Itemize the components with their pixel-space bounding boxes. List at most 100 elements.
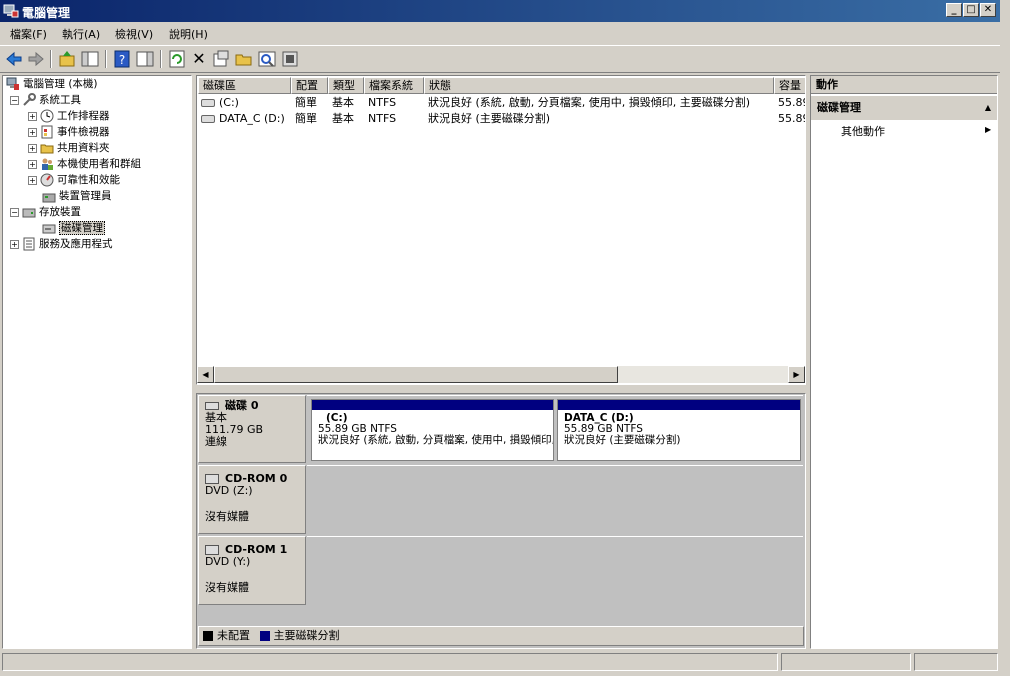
volume-icon: [201, 115, 215, 123]
tree-label-task-scheduler: 工作排程器: [57, 110, 110, 122]
scroll-right-button[interactable]: ▶: [788, 366, 805, 383]
device-manager-icon: [42, 193, 56, 203]
volume-type: 基本: [332, 96, 354, 109]
tree-label-reliability: 可靠性和效能: [57, 174, 120, 186]
column-header-capacity[interactable]: 容量: [774, 77, 805, 94]
column-header-filesystem[interactable]: 檔案系統: [364, 77, 424, 94]
actions-section-disk-management[interactable]: 磁碟管理 ▲: [811, 96, 997, 120]
primary-partition-bar: [312, 400, 553, 410]
maximize-button[interactable]: □: [963, 3, 979, 17]
volume-icon: [201, 99, 215, 107]
delete-icon[interactable]: ✕: [189, 49, 209, 69]
forward-icon[interactable]: [26, 49, 46, 69]
legend: 未配置 主要磁碟分割: [198, 626, 804, 646]
tree-item-disk-management[interactable]: 磁碟管理: [42, 220, 105, 236]
disk-icon: [205, 402, 219, 410]
partition-status: 狀況良好 (系統, 啟動, 分頁檔案, 使用中, 損毀傾印, 主要磁碟分割): [318, 434, 553, 446]
collapse-icon[interactable]: −: [10, 207, 19, 217]
refresh-icon[interactable]: [167, 49, 187, 69]
tree-label-system-tools: 系統工具: [39, 94, 81, 106]
tree-item-system-tools[interactable]: − 系統工具: [10, 92, 81, 108]
toolbar: ? ✕: [0, 45, 1000, 73]
help-icon[interactable]: ?: [112, 49, 132, 69]
tree-item-event-viewer[interactable]: + 事件檢視器: [28, 124, 110, 140]
volume-layout: 簡單: [295, 112, 317, 125]
cdrom-1-label[interactable]: CD-ROM 1 DVD (Y:) 沒有媒體: [198, 536, 306, 605]
wizard-icon[interactable]: [280, 49, 300, 69]
tree-item-services[interactable]: + 服務及應用程式: [10, 236, 113, 252]
search-icon[interactable]: [257, 49, 277, 69]
volume-status: 狀況良好 (主要磁碟分割): [428, 112, 551, 125]
volume-capacity: 55.89: [778, 96, 805, 109]
close-button[interactable]: ✕: [980, 3, 996, 17]
up-icon[interactable]: [57, 49, 77, 69]
collapse-icon[interactable]: −: [10, 95, 19, 105]
toolbar-separator: [50, 50, 52, 68]
menu-file[interactable]: 檔案(F): [10, 26, 47, 42]
volume-capacity: 55.89: [778, 112, 805, 125]
open-icon[interactable]: [234, 49, 254, 69]
volume-fs: NTFS: [368, 96, 397, 109]
horizontal-scrollbar[interactable]: ◀ ▶: [197, 366, 805, 383]
tree-item-local-users[interactable]: + 本機使用者和群組: [28, 156, 141, 172]
menu-view[interactable]: 檢視(V): [115, 26, 153, 42]
column-header-type[interactable]: 類型: [328, 77, 364, 94]
cdrom-0-label[interactable]: CD-ROM 0 DVD (Z:) 沒有媒體: [198, 465, 306, 534]
expand-icon[interactable]: +: [28, 127, 37, 137]
volume-list: 磁碟區 配置 類型 檔案系統 狀態 容量 (C:) 簡單 基本 NTFS 狀況良…: [196, 75, 806, 385]
show-hide-tree-icon[interactable]: [80, 49, 100, 69]
partition-d[interactable]: DATA_C (D:) 55.89 GB NTFS 狀況良好 (主要磁碟分割): [557, 399, 801, 461]
expand-icon[interactable]: +: [28, 175, 37, 185]
legend-unallocated: 未配置: [217, 629, 250, 642]
table-row[interactable]: (C:) 簡單 基本 NTFS 狀況良好 (系統, 啟動, 分頁檔案, 使用中,…: [197, 95, 805, 111]
minimize-button[interactable]: _: [946, 3, 962, 17]
title-bar: 電腦管理 _ □ ✕: [0, 0, 1000, 22]
menu-action[interactable]: 執行(A): [62, 26, 100, 42]
back-icon[interactable]: [4, 49, 24, 69]
dvd-drive-icon: [205, 474, 219, 484]
primary-partition-bar: [558, 400, 800, 410]
actions-section-label: 磁碟管理: [817, 101, 861, 114]
expand-icon[interactable]: +: [28, 159, 37, 169]
status-panel-3: [914, 653, 998, 671]
disk-state: 連線: [205, 435, 227, 448]
tree-item-reliability[interactable]: + 可靠性和效能: [28, 172, 120, 188]
menu-help[interactable]: 說明(H): [169, 26, 208, 42]
toolbar-separator: [105, 50, 107, 68]
column-header-volume[interactable]: 磁碟區: [198, 77, 291, 94]
properties-icon[interactable]: [211, 49, 231, 69]
event-viewer-icon: [41, 125, 53, 139]
volume-status: 狀況良好 (系統, 啟動, 分頁檔案, 使用中, 損毀傾印, 主要磁碟分割): [428, 96, 751, 109]
expand-icon[interactable]: +: [28, 111, 37, 121]
column-header-layout[interactable]: 配置: [291, 77, 328, 94]
performance-icon: [40, 173, 54, 187]
tree-item-storage[interactable]: − 存放裝置: [10, 204, 81, 220]
table-row[interactable]: DATA_C (D:) 簡單 基本 NTFS 狀況良好 (主要磁碟分割) 55.…: [197, 111, 805, 127]
volume-name: DATA_C (D:): [219, 112, 285, 125]
expand-icon[interactable]: +: [10, 239, 19, 249]
expand-icon[interactable]: +: [28, 143, 37, 153]
collapse-arrow-icon[interactable]: ▲: [985, 96, 991, 120]
tools-icon: [23, 93, 36, 106]
scroll-left-button[interactable]: ◀: [197, 366, 214, 383]
disk-0-label[interactable]: 磁碟 0 基本 111.79 GB 連線: [198, 395, 306, 463]
shared-folder-icon: [40, 144, 54, 154]
tree-label-device-manager: 裝置管理員: [59, 190, 112, 202]
submenu-arrow-icon[interactable]: ▶: [985, 125, 991, 134]
tree-item-root[interactable]: 電腦管理 (本機): [6, 76, 98, 92]
show-hide-action-icon[interactable]: [135, 49, 155, 69]
tree-item-device-manager[interactable]: 裝置管理員: [42, 188, 112, 204]
tree-item-task-scheduler[interactable]: + 工作排程器: [28, 108, 110, 124]
more-actions-item[interactable]: 其他動作: [841, 123, 885, 139]
column-header-status[interactable]: 狀態: [424, 77, 774, 94]
volume-type: 基本: [332, 112, 354, 125]
tree-label-services: 服務及應用程式: [39, 238, 113, 250]
tree-label-event-viewer: 事件檢視器: [57, 126, 110, 138]
disk-name: 磁碟 0: [225, 399, 259, 412]
actions-header: 動作: [811, 76, 997, 94]
console-tree: 電腦管理 (本機) − 系統工具 + 工作排程器 + 事件檢視器 + 共用資料夾 + 本機…: [2, 75, 192, 649]
tree-item-shared-folders[interactable]: + 共用資料夾: [28, 140, 110, 156]
scroll-thumb[interactable]: [214, 366, 618, 383]
partition-c[interactable]: (C:) 55.89 GB NTFS 狀況良好 (系統, 啟動, 分頁檔案, 使…: [311, 399, 554, 461]
legend-swatch-unallocated: [203, 631, 213, 641]
